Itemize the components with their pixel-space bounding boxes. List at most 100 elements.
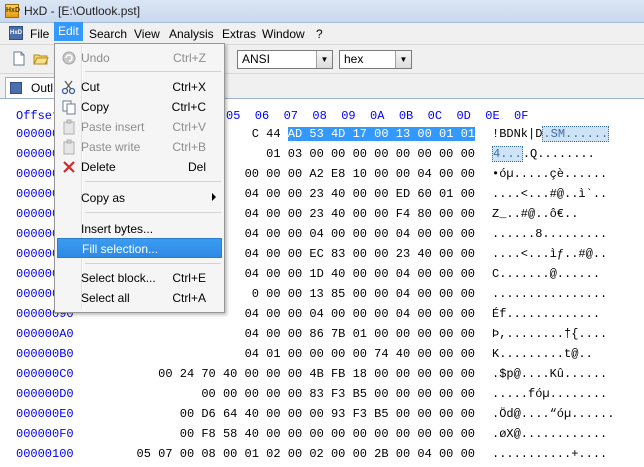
menu-item-insert-bytes[interactable]: Insert bytes... <box>57 219 222 239</box>
display-mode-select[interactable]: hex ▼ <box>339 50 412 69</box>
menu-view[interactable]: View <box>130 26 164 42</box>
ascii-text: •óµ.....çè...... <box>492 167 608 181</box>
row-ascii[interactable]: ....<...ìƒ..#@.. <box>492 247 607 261</box>
menu-item-cut[interactable]: Cut Ctrl+X <box>57 77 222 97</box>
row-ascii[interactable]: Z_..#@..ô€.. <box>492 207 578 221</box>
row-ascii[interactable]: .$p@....Kû...... <box>492 367 607 381</box>
row-hex-bytes[interactable]: 04 00 00 23 40 00 00 F4 80 00 00 <box>245 207 475 221</box>
edit-menu-dropdown: Undo Ctrl+Z Cut Ctrl+X Copy Ctrl+C Paste… <box>54 43 225 313</box>
tab-label: Outl <box>31 81 54 95</box>
menu-item-select-all[interactable]: Select all Ctrl+A <box>57 288 222 308</box>
row-hex-bytes[interactable]: 04 00 00 EC 83 00 00 23 40 00 00 <box>245 247 475 261</box>
row-ascii[interactable]: Þ,........†{.... <box>492 327 607 341</box>
hex-bytes-selected: AD 53 4D 17 00 13 00 01 01 <box>287 127 475 141</box>
row-ascii[interactable]: ....<...#@..ì`.. <box>492 187 607 201</box>
row-ascii[interactable]: 4....Q........ <box>492 146 595 162</box>
title-bar: HxD HxD - [E:\Outlook.pst] <box>0 0 644 23</box>
hxd-app-icon[interactable]: HxD <box>5 4 20 18</box>
row-ascii[interactable]: C.......@...... <box>492 267 600 281</box>
row-offset: 000000D0 <box>16 387 74 401</box>
ascii-text: C.......@...... <box>492 267 601 281</box>
ascii-text: ....<...ìƒ..#@.. <box>492 247 608 261</box>
row-offset: 000000F0 <box>16 427 74 441</box>
ascii-text: Z_..#@..ô€.. <box>492 207 579 221</box>
window-title: HxD - [E:\Outlook.pst] <box>24 4 141 18</box>
menu-separator <box>85 212 221 213</box>
row-hex-bytes[interactable]: 04 00 00 04 00 00 00 04 00 00 00 <box>245 307 475 321</box>
row-hex-bytes[interactable]: 00 D6 64 40 00 00 00 93 F3 B5 00 00 00 0… <box>180 407 475 421</box>
hex-document-icon <box>10 82 22 94</box>
menu-file[interactable]: File <box>26 26 53 42</box>
ascii-text: ................ <box>492 287 608 301</box>
row-hex-bytes[interactable]: 05 07 00 08 00 01 02 00 02 00 00 2B 00 0… <box>137 447 475 461</box>
row-offset: 000000A0 <box>16 327 74 341</box>
menu-item-delete[interactable]: Delete Del <box>57 157 222 177</box>
row-hex-bytes[interactable]: 04 01 00 00 00 00 74 40 00 00 00 <box>245 347 475 361</box>
menu-item-select-block[interactable]: Select block... Ctrl+E <box>57 268 222 288</box>
row-hex-bytes[interactable]: 00 F8 58 40 00 00 00 00 00 00 00 00 00 0… <box>180 427 475 441</box>
row-hex-bytes[interactable]: 04 00 00 04 00 00 00 04 00 00 00 <box>245 227 475 241</box>
hex-bytes-text: 04 00 00 04 00 00 00 04 00 00 00 <box>244 307 475 321</box>
ascii-text: .øX@............ <box>492 427 608 441</box>
row-ascii[interactable]: ................ <box>492 287 607 301</box>
row-ascii[interactable]: ...........+.... <box>492 447 607 461</box>
ascii-selected: .SM...... <box>542 126 610 142</box>
row-ascii[interactable]: •óµ.....çè...... <box>492 167 607 181</box>
menu-item-paste-write[interactable]: Paste write Ctrl+B <box>57 137 222 157</box>
menu-item-fill-selection[interactable]: Fill selection... <box>57 238 222 258</box>
new-file-icon[interactable] <box>12 51 26 66</box>
hex-bytes-text: 00 D6 64 40 00 00 00 93 F3 B5 00 00 00 0… <box>179 407 475 421</box>
row-hex-bytes[interactable]: 01 03 00 00 00 00 00 00 00 00 <box>266 147 475 161</box>
encoding-select[interactable]: ANSI ▼ <box>237 50 333 69</box>
menu-extras[interactable]: Extras <box>218 26 260 42</box>
ascii-text: Éf............. <box>492 307 601 321</box>
open-folder-icon[interactable] <box>33 51 49 66</box>
column-header: 05 06 07 08 09 0A 0B 0C 0D 0E 0F <box>226 109 529 123</box>
row-hex-bytes[interactable]: 00 00 00 00 00 83 F3 B5 00 00 00 00 00 <box>201 387 475 401</box>
menu-help[interactable]: ? <box>312 26 327 42</box>
row-hex-bytes[interactable]: 04 00 00 23 40 00 00 ED 60 01 00 <box>245 187 475 201</box>
menu-item-undo[interactable]: Undo Ctrl+Z <box>57 48 222 68</box>
row-ascii[interactable]: !BDNk|D.SM...... <box>492 126 610 142</box>
row-ascii[interactable]: K.........t@.. <box>492 347 593 361</box>
row-ascii[interactable]: .øX@............ <box>492 427 607 441</box>
hex-bytes-text: 04 00 00 1D 40 00 00 04 00 00 00 <box>244 267 475 281</box>
menu-item-paste-insert[interactable]: Paste insert Ctrl+V <box>57 117 222 137</box>
row-ascii[interactable]: .Öd@....“óµ...... <box>492 407 614 421</box>
hex-bytes-text: 04 01 00 00 00 00 74 40 00 00 00 <box>244 347 475 361</box>
menu-separator <box>85 181 221 182</box>
row-hex-bytes[interactable]: C 44 AD 53 4D 17 00 13 00 01 01 <box>252 127 475 141</box>
scissors-icon <box>61 80 76 95</box>
row-ascii[interactable]: .....fóµ........ <box>492 387 607 401</box>
ascii-text: K.........t@.. <box>492 347 593 361</box>
menu-edit[interactable]: Edit <box>54 22 83 41</box>
row-hex-bytes[interactable]: 0 00 00 13 85 00 00 04 00 00 00 <box>252 287 475 301</box>
row-hex-bytes[interactable]: 04 00 00 1D 40 00 00 04 00 00 00 <box>245 267 475 281</box>
row-ascii[interactable]: Éf............. <box>492 307 600 321</box>
row-offset: 00000100 <box>16 447 74 461</box>
hex-bytes-text: 04 00 00 86 7B 01 00 00 00 00 00 <box>244 327 475 341</box>
undo-icon <box>62 51 76 65</box>
row-hex-bytes[interactable]: 04 00 00 86 7B 01 00 00 00 00 00 <box>245 327 475 341</box>
hex-bytes-text: 04 00 00 EC 83 00 00 23 40 00 00 <box>244 247 475 261</box>
document-window-icon[interactable]: HxD <box>9 26 23 40</box>
menu-item-copy-as[interactable]: Copy as <box>57 188 222 208</box>
chevron-down-icon[interactable]: ▼ <box>395 51 411 68</box>
row-offset: 000000B0 <box>16 347 74 361</box>
menu-separator <box>85 71 221 72</box>
offset-header: Offset <box>16 109 60 123</box>
hex-bytes-text: 00 24 70 40 00 00 00 4B FB 18 00 00 00 0… <box>158 367 475 381</box>
menu-search[interactable]: Search <box>85 26 131 42</box>
copy-icon <box>62 100 76 115</box>
hex-bytes-text: 05 07 00 08 00 01 02 00 02 00 00 2B 00 0… <box>136 447 475 461</box>
row-ascii[interactable]: ......8......... <box>492 227 607 241</box>
delete-icon <box>63 161 75 173</box>
row-hex-bytes[interactable]: 00 24 70 40 00 00 00 4B FB 18 00 00 00 0… <box>158 367 475 381</box>
chevron-down-icon[interactable]: ▼ <box>316 51 332 68</box>
ascii-text: .Öd@....“óµ...... <box>492 407 615 421</box>
menu-analysis[interactable]: Analysis <box>165 26 218 42</box>
menu-item-copy[interactable]: Copy Ctrl+C <box>57 97 222 117</box>
menu-window[interactable]: Window <box>258 26 309 42</box>
row-hex-bytes[interactable]: 00 00 00 A2 E8 10 00 00 04 00 00 <box>245 167 475 181</box>
ascii-text: .Q........ <box>522 147 595 161</box>
